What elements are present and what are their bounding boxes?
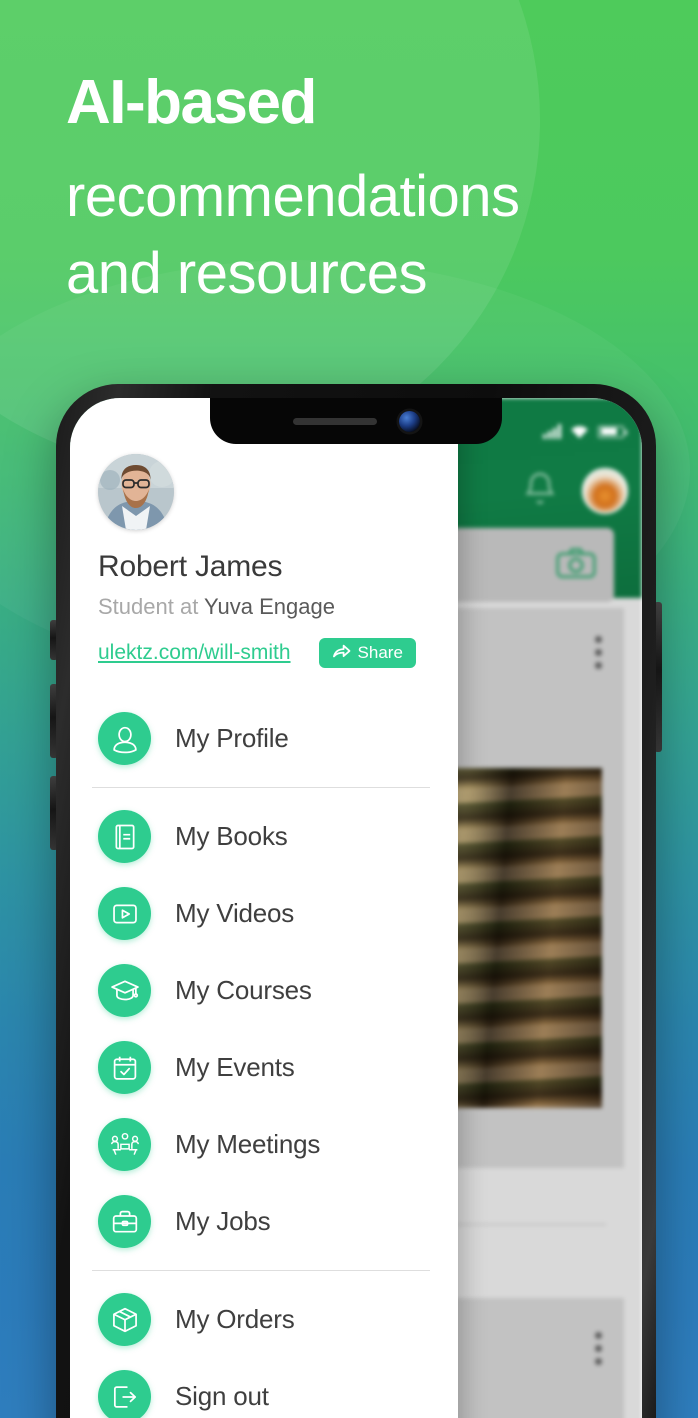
menu-divider <box>92 1270 430 1271</box>
phone-notch <box>210 398 502 444</box>
drawer-menu: My Profile My Books My Videos My Courses… <box>70 700 458 1418</box>
kebab-menu-icon[interactable] <box>595 1332 602 1365</box>
briefcase-icon <box>98 1195 151 1248</box>
sidebar-item-label: My Events <box>175 1052 295 1082</box>
sidebar-item-my-jobs[interactable]: My Jobs <box>70 1183 458 1260</box>
sidebar-item-my-books[interactable]: My Books <box>70 798 458 875</box>
wifi-icon <box>570 425 589 439</box>
sidebar-item-my-courses[interactable]: My Courses <box>70 952 458 1029</box>
video-play-icon <box>98 887 151 940</box>
package-box-icon <box>98 1293 151 1346</box>
sidebar-item-label: My Orders <box>175 1304 295 1334</box>
status-bar <box>543 424 627 439</box>
header-actions <box>522 468 628 514</box>
meeting-people-icon <box>98 1118 151 1171</box>
user-profile-icon <box>98 712 151 765</box>
sidebar-item-label: My Books <box>175 821 288 851</box>
share-button[interactable]: Share <box>318 638 416 668</box>
logout-arrow-icon <box>98 1370 151 1418</box>
profile-link-row: ulektz.com/will-smith Share <box>98 638 458 668</box>
avatar[interactable] <box>98 454 174 530</box>
sidebar-item-label: My Meetings <box>175 1129 321 1159</box>
sidebar-item-label: My Videos <box>175 898 295 928</box>
sidebar-item-label: Sign out <box>175 1381 269 1411</box>
profile-organization: Yuva Engage <box>204 594 335 619</box>
share-button-label: Share <box>357 643 403 662</box>
sidebar-item-label: My Courses <box>175 975 312 1005</box>
account-avatar-icon[interactable] <box>582 468 628 514</box>
menu-divider <box>92 787 430 788</box>
headline-line-3: and resources <box>66 241 428 307</box>
sidebar-item-sign-out[interactable]: Sign out <box>70 1358 458 1418</box>
sidebar-item-label: My Jobs <box>175 1206 271 1236</box>
headline-line-2: recommendations <box>66 164 520 229</box>
bell-icon[interactable] <box>522 469 558 514</box>
sidebar-item-my-orders[interactable]: My Orders <box>70 1281 458 1358</box>
sidebar-item-my-meetings[interactable]: My Meetings <box>70 1106 458 1183</box>
front-camera-lens <box>398 410 420 432</box>
profile-url-link[interactable]: ulektz.com/will-smith <box>98 641 291 665</box>
sidebar-item-my-videos[interactable]: My Videos <box>70 875 458 952</box>
profile-role-prefix: Student at <box>98 594 199 619</box>
book-icon <box>98 810 151 863</box>
profile-subtitle: Student at Yuva Engage <box>98 594 458 620</box>
camera-icon[interactable] <box>556 547 596 584</box>
phone-mockup: g? xt of the <box>50 384 662 1418</box>
graduation-cap-icon <box>98 964 151 1017</box>
page-title: Robert James <box>98 550 283 583</box>
kebab-menu-icon[interactable] <box>595 636 602 669</box>
sidebar-item-label: My Profile <box>175 723 289 753</box>
earpiece-speaker <box>292 417 377 425</box>
cellular-signal-icon <box>543 424 561 439</box>
sidebar-item-my-events[interactable]: My Events <box>70 1029 458 1106</box>
poster-headline: AI-based recommendations and resources <box>66 72 686 312</box>
share-arrow-icon <box>332 643 351 664</box>
sidebar-item-my-profile[interactable]: My Profile <box>70 700 458 777</box>
navigation-drawer: Robert James Student at Yuva Engage ulek… <box>70 398 458 1418</box>
phone-screen: g? xt of the <box>70 398 642 1418</box>
battery-full-icon <box>598 425 627 438</box>
headline-line-1: AI-based <box>66 68 317 137</box>
calendar-check-icon <box>98 1041 151 1094</box>
